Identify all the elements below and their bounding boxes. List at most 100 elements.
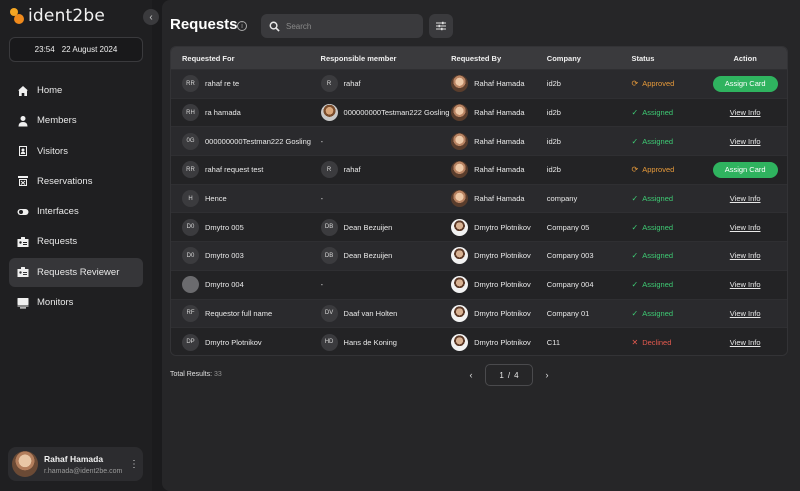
requested-by-cell: Dmytro Plotnikov xyxy=(451,333,547,351)
table-row: H Hence - Rahaf Hamada company ✓ Assigned … xyxy=(171,183,787,213)
column-header[interactable]: Status xyxy=(632,54,704,63)
avatar xyxy=(451,75,469,93)
company-cell: Company 05 xyxy=(546,222,590,232)
responsible-member-cell: Rrahaf xyxy=(320,161,452,179)
column-header[interactable]: Action xyxy=(703,54,787,63)
responsible-member-cell: DV Daaf van Holten xyxy=(320,304,452,322)
page-current: 1 xyxy=(499,370,504,380)
avatar: R xyxy=(320,75,338,93)
logo: ident2be xyxy=(8,6,105,26)
requested-for-cell: RR rahaf request test xyxy=(171,161,321,179)
avatar: HD xyxy=(320,333,338,351)
view-info-link[interactable]: View Info xyxy=(730,309,761,318)
responsible-member-cell: Rrahaf xyxy=(320,75,452,93)
search-box[interactable] xyxy=(261,14,423,38)
page-indicator[interactable]: 1 / 4 xyxy=(485,364,533,386)
check-icon: ✓ xyxy=(631,222,639,232)
info-icon[interactable]: i xyxy=(237,21,247,31)
nav-item-requests[interactable]: Requests xyxy=(9,227,143,256)
avatar xyxy=(182,276,199,294)
view-info-link[interactable]: View Info xyxy=(730,137,761,146)
check-icon: ✓ xyxy=(631,308,639,318)
nav-label: Visitors xyxy=(37,145,68,157)
requested-for-cell: D0 Dmytro 005 xyxy=(171,218,321,236)
table-row: RR rahaf re te Rrahaf Rahaf Hamada id2b ⟳… xyxy=(171,69,787,98)
requested-by-cell: Rahaf Hamada xyxy=(451,104,547,122)
view-info-link[interactable]: View Info xyxy=(730,280,761,289)
logo-icon xyxy=(8,6,28,26)
avatar: RR xyxy=(182,161,199,179)
requested-for-cell: Dmytro 004 xyxy=(171,276,321,294)
column-header[interactable]: Company xyxy=(547,54,632,63)
brand-name: ident2be xyxy=(28,6,106,26)
view-info-link[interactable]: View Info xyxy=(730,108,761,117)
column-header[interactable]: Requested By xyxy=(451,54,547,63)
user-profile[interactable]: Rahaf Hamada r.hamada@ident2be.com ⋮ xyxy=(8,447,143,481)
search-input[interactable] xyxy=(286,21,416,31)
nav-item-requests-reviewer[interactable]: Requests Reviewer xyxy=(9,257,143,287)
company-cell: id2b xyxy=(546,165,561,175)
nav-item-monitors[interactable]: Monitors xyxy=(9,288,143,317)
sidebar-nav: Home Members Visitors Reservations Inter… xyxy=(9,76,143,318)
avatar: R xyxy=(320,161,338,179)
responsible-member-cell: HD Hans de Koning xyxy=(320,333,452,351)
view-info-link[interactable]: View Info xyxy=(730,251,761,260)
chevron-right-icon[interactable]: › xyxy=(541,370,553,380)
company-cell: C11 xyxy=(546,337,560,347)
user-name: Rahaf Hamada xyxy=(44,453,104,464)
avatar xyxy=(12,451,38,477)
responsible-member-name: - xyxy=(320,280,324,290)
collapse-sidebar-button[interactable]: ‹ xyxy=(143,9,159,25)
nav-label: Reservations xyxy=(37,175,93,187)
status-badge: ✓ Assigned xyxy=(632,223,704,232)
action-cell: View Info xyxy=(703,194,787,203)
avatar xyxy=(451,304,469,322)
chevron-left-icon[interactable]: ‹ xyxy=(465,370,477,380)
avatar: D0 xyxy=(182,218,199,236)
column-header[interactable]: Requested For xyxy=(171,54,321,63)
requested-for-name: rahaf request test xyxy=(205,165,264,175)
column-header[interactable]: Responsible member xyxy=(321,54,452,63)
requested-by-name: Dmytro Plotnikov xyxy=(474,280,531,290)
view-info-link[interactable]: View Info xyxy=(730,338,761,347)
avatar: DP xyxy=(182,333,199,351)
status-label: Assigned xyxy=(642,222,674,232)
avatar xyxy=(451,333,469,351)
nav-label: Home xyxy=(37,85,63,96)
nav-item-members[interactable]: Members xyxy=(9,106,143,135)
action-cell: Assign Card xyxy=(703,161,787,178)
avatar: DB xyxy=(320,218,338,236)
view-info-link[interactable]: View Info xyxy=(730,194,761,203)
table-row: 0G 000000000Testman222 Gosling - Rahaf Ha… xyxy=(171,126,787,156)
status-badge: ✓ Assigned xyxy=(632,251,704,260)
assign-card-button[interactable]: Assign Card xyxy=(712,75,778,92)
responsible-member-name: Dean Bezuijen xyxy=(343,222,393,232)
status-badge: ✓ Assigned xyxy=(632,309,704,318)
requested-by-name: Rahaf Hamada xyxy=(474,194,525,204)
nav-item-interfaces[interactable]: Interfaces xyxy=(9,197,143,226)
current-time: 23:54 xyxy=(34,45,55,54)
check-icon: ✓ xyxy=(631,194,639,204)
nav-item-visitors[interactable]: Visitors xyxy=(9,137,143,166)
company-cell: id2b xyxy=(546,108,561,118)
person-icon xyxy=(17,115,29,127)
avatar xyxy=(451,247,469,265)
assign-card-button[interactable]: Assign Card xyxy=(712,161,778,178)
requested-by-name: Rahaf Hamada xyxy=(474,165,525,175)
status-badge: ✓ Assigned xyxy=(632,137,704,146)
progress-icon: ⟳ xyxy=(631,165,639,175)
nav-item-reservations[interactable]: Reservations xyxy=(9,167,143,196)
nav-item-home[interactable]: Home xyxy=(9,76,143,105)
filter-button[interactable] xyxy=(429,14,453,38)
page-total: 4 xyxy=(514,370,519,380)
status-badge: ✓ Assigned xyxy=(632,108,704,117)
more-vertical-icon[interactable]: ⋮ xyxy=(129,459,139,470)
monitor-icon xyxy=(17,297,29,309)
page-title: Requests xyxy=(170,16,238,33)
responsible-member-name: - xyxy=(320,136,324,146)
status-label: Approved xyxy=(642,79,675,89)
main-panel: Requests i Requested For Responsible mem… xyxy=(162,0,800,491)
status-badge: ⟳ Approved xyxy=(632,79,704,88)
view-info-link[interactable]: View Info xyxy=(730,223,761,232)
status-label: Assigned xyxy=(642,280,674,290)
